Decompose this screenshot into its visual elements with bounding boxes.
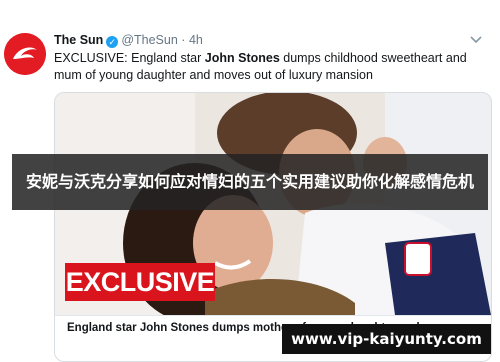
tweet-header: The Sun ✓ @TheSun · 4h [54, 32, 203, 48]
tweet-text: EXCLUSIVE: England star John Stones dump… [54, 50, 484, 84]
tweet-timestamp[interactable]: 4h [189, 33, 203, 47]
site-watermark: www.vip-kaiyunty.com [282, 324, 491, 354]
separator-dot: · [181, 33, 186, 47]
the-sun-avatar[interactable] [4, 33, 46, 75]
article-title-banner: 安妮与沃克分享如何应对情妇的五个实用建议助你化解感情危机 [12, 154, 488, 210]
sun-logo-icon [4, 33, 46, 75]
tweet-media-card[interactable]: EXCLUSIVE England star John Stones dumps… [54, 92, 492, 362]
tweet-text-prefix: EXCLUSIVE: England star [54, 51, 205, 65]
verified-badge-icon: ✓ [106, 36, 119, 48]
author-name[interactable]: The Sun [54, 33, 103, 47]
tweet-text-highlight: John Stones [204, 51, 280, 65]
exclusive-badge: EXCLUSIVE [65, 263, 215, 301]
screenshot-frame: The Sun ✓ @TheSun · 4h EXCLUSIVE: England … [0, 0, 500, 362]
author-handle[interactable]: @TheSun [121, 33, 177, 47]
chevron-down-icon[interactable] [470, 36, 482, 44]
